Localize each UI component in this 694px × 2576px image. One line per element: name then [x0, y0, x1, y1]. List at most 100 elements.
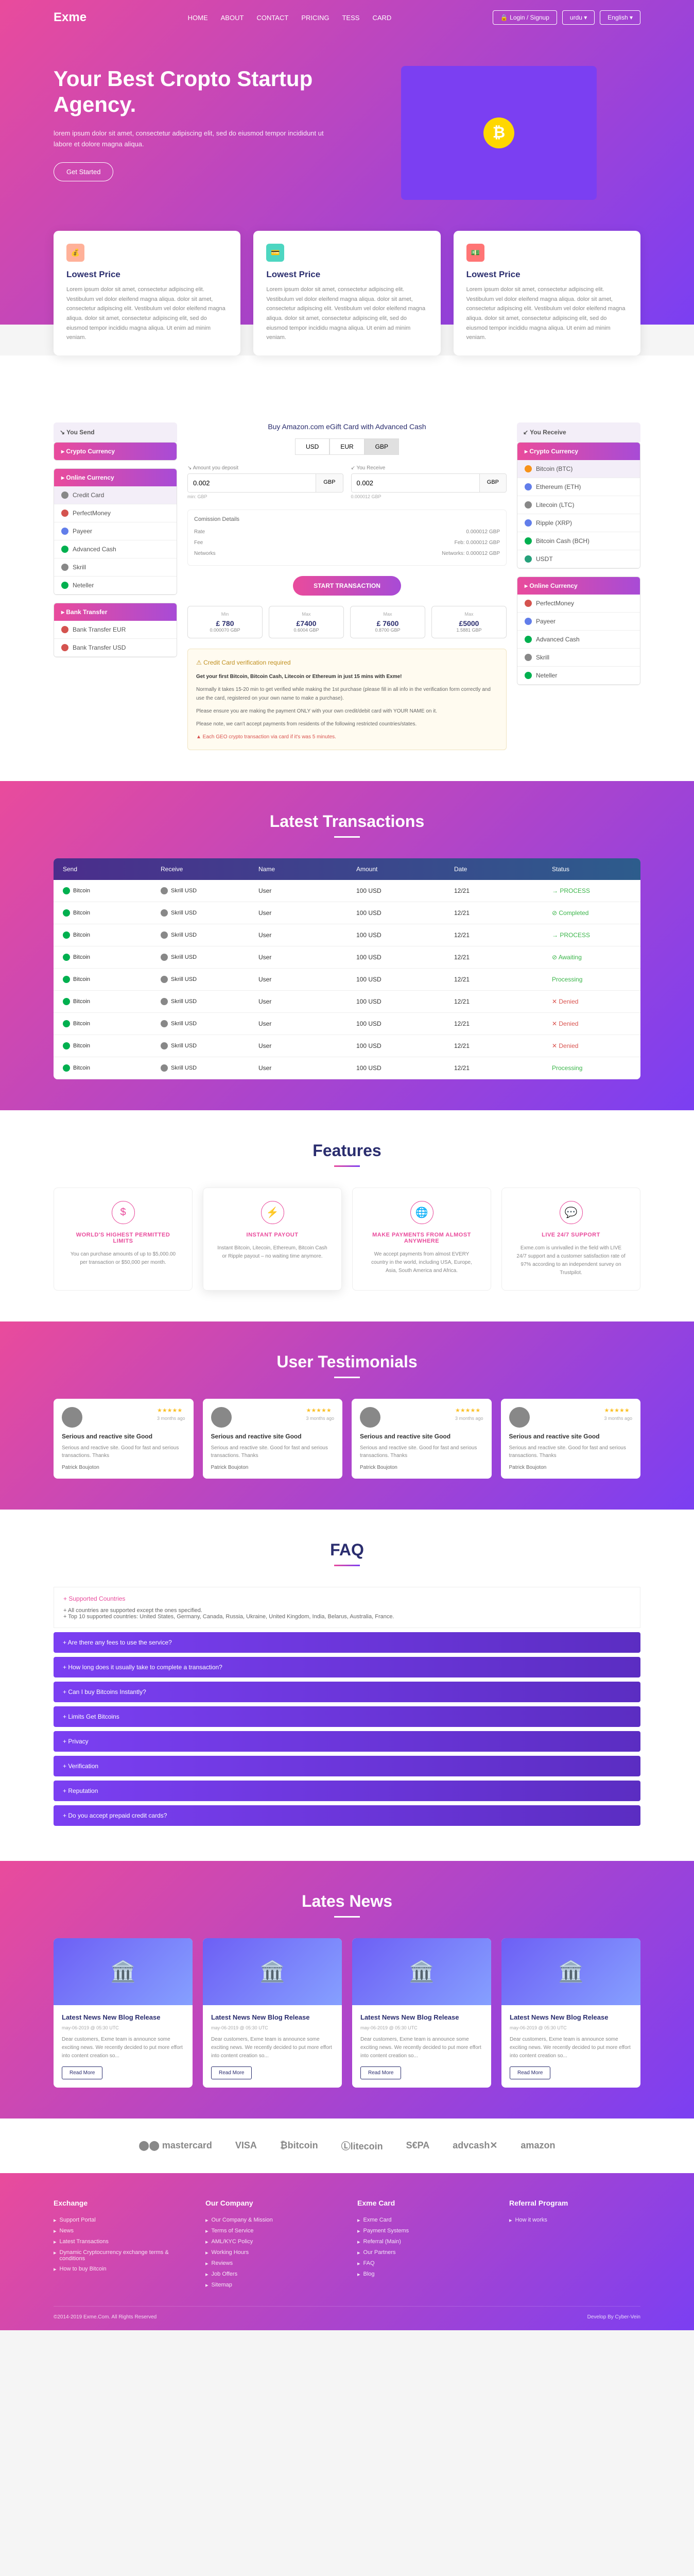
testimonial-date: 3 months ago: [306, 1416, 334, 1421]
ltc-item[interactable]: Litecoin (LTC): [517, 496, 640, 514]
tx-name: User: [249, 946, 347, 968]
footer-link[interactable]: Job Offers: [205, 2269, 337, 2280]
star-rating: ★★★★★: [455, 1407, 483, 1414]
tab-gbp[interactable]: GBP: [365, 438, 399, 455]
tx-send: Bitcoin: [54, 991, 151, 1012]
footer-link[interactable]: Latest Transactions: [54, 2236, 185, 2247]
bank-eur-item[interactable]: Bank Transfer EUR: [54, 621, 177, 639]
eth-item[interactable]: Ethereum (ETH): [517, 478, 640, 496]
nav-contact[interactable]: CONTACT: [256, 14, 288, 22]
perfectmoney-item[interactable]: PerfectMoney: [54, 504, 177, 522]
footer-link[interactable]: FAQ: [357, 2258, 489, 2269]
crypto-currency-head[interactable]: ▸ Crypto Currency: [54, 443, 177, 460]
feature-card: 💬 LIVE 24/7 SUPPORT Exme.com is unrivall…: [501, 1188, 640, 1291]
tab-eur[interactable]: EUR: [329, 438, 364, 455]
login-button[interactable]: 🔒 Login / Signup: [493, 10, 557, 25]
feature-desc: Instant Bitcoin, Litecoin, Ethereum, Bit…: [216, 1244, 328, 1261]
footer-link[interactable]: News: [54, 2226, 185, 2236]
faq-item[interactable]: + Verification: [54, 1756, 640, 1776]
logo[interactable]: Exme: [54, 10, 86, 25]
receive-input[interactable]: [352, 474, 479, 492]
footer-link[interactable]: Our Company & Mission: [205, 2215, 337, 2226]
news-card: 🏛️ Latest News New Blog Release may-06-2…: [501, 1938, 640, 2088]
bank-icon: [61, 644, 68, 651]
online-currency-head[interactable]: ▸ Online Currency: [54, 469, 177, 486]
footer-heading: Exchange: [54, 2199, 185, 2207]
footer-link[interactable]: Referral (Main): [357, 2236, 489, 2247]
deposit-input[interactable]: [188, 474, 316, 492]
neteller-item[interactable]: Neteller: [54, 577, 177, 595]
comm-row: NetworksNetworks: 0.000012 GBP: [194, 548, 500, 559]
faq-item[interactable]: + Privacy: [54, 1731, 640, 1752]
read-more-button[interactable]: Read More: [211, 2066, 252, 2079]
footer-link[interactable]: Sitemap: [205, 2280, 337, 2291]
news-image: 🏛️: [54, 1938, 193, 2005]
bch-item[interactable]: Bitcoin Cash (BCH): [517, 532, 640, 550]
pm-icon: [61, 510, 68, 517]
skrill-icon: [525, 654, 532, 661]
footer-link[interactable]: Support Portal: [54, 2215, 185, 2226]
faq-item[interactable]: + Can I buy Bitcoins Instantly?: [54, 1682, 640, 1702]
read-more-button[interactable]: Read More: [510, 2066, 550, 2079]
footer-link[interactable]: How it works: [509, 2215, 640, 2226]
faq-item-open[interactable]: + Supported Countries + All countries ar…: [54, 1587, 640, 1628]
news-image: 🏛️: [501, 1938, 640, 2005]
footer-link[interactable]: How to buy Bitcoin: [54, 2264, 185, 2275]
tab-usd[interactable]: USD: [295, 438, 329, 455]
footer-link[interactable]: Blog: [357, 2269, 489, 2280]
bank-usd-item[interactable]: Bank Transfer USD: [54, 639, 177, 657]
lang-urdu[interactable]: urdu ▾: [562, 10, 595, 25]
get-started-button[interactable]: Get Started: [54, 162, 113, 181]
read-more-button[interactable]: Read More: [360, 2066, 401, 2079]
usdt-item[interactable]: USDT: [517, 550, 640, 568]
read-more-button[interactable]: Read More: [62, 2066, 102, 2079]
advcash-item[interactable]: Advanced Cash: [54, 540, 177, 558]
footer-link[interactable]: AML/KYC Policy: [205, 2236, 337, 2247]
feature-card: 🌐 MAKE PAYMENTS FROM ALMOST ANYWHERE We …: [352, 1188, 491, 1291]
nav-home[interactable]: HOME: [188, 14, 208, 22]
footer-link[interactable]: Our Partners: [357, 2247, 489, 2258]
footer-link[interactable]: Terms of Service: [205, 2226, 337, 2236]
lang-english[interactable]: English ▾: [600, 10, 640, 25]
news-desc: Dear customers, Exme team is announce so…: [62, 2036, 184, 2060]
card-title: Lowest Price: [66, 269, 228, 280]
feature-icon: ⚡: [261, 1201, 284, 1224]
xrp-item[interactable]: Ripple (XRP): [517, 514, 640, 532]
footer-link[interactable]: Dynamic Cryptocurrency exchange terms & …: [54, 2247, 185, 2264]
bank-transfer-head[interactable]: ▸ Bank Transfer: [54, 603, 177, 621]
advcash-item[interactable]: Advanced Cash: [517, 631, 640, 649]
xrp-icon: [525, 519, 532, 527]
faq-item[interactable]: + Do you accept prepaid credit cards?: [54, 1805, 640, 1826]
btc-item[interactable]: Bitcoin (BTC): [517, 460, 640, 478]
faq-item[interactable]: + Are there any fees to use the service?: [54, 1632, 640, 1653]
tx-date: 12/21: [445, 991, 543, 1012]
payeer-item[interactable]: Payeer: [54, 522, 177, 540]
credit-card-item[interactable]: Credit Card: [54, 486, 177, 504]
feature-heading: MAKE PAYMENTS FROM ALMOST ANYWHERE: [366, 1232, 478, 1244]
faq-item[interactable]: + Reputation: [54, 1781, 640, 1801]
tx-amount: 100 USD: [347, 969, 445, 990]
crypto-currency-head[interactable]: ▸ Crypto Currency: [517, 443, 640, 460]
neteller-item[interactable]: Neteller: [517, 667, 640, 685]
perfectmoney-item[interactable]: PerfectMoney: [517, 595, 640, 613]
payeer-item[interactable]: Payeer: [517, 613, 640, 631]
footer-link[interactable]: Working Hours: [205, 2247, 337, 2258]
online-currency-head[interactable]: ▸ Online Currency: [517, 577, 640, 595]
nav-about[interactable]: ABOUT: [221, 14, 244, 22]
footer-link[interactable]: Payment Systems: [357, 2226, 489, 2236]
skrill-item[interactable]: Skrill: [517, 649, 640, 667]
faq-item[interactable]: + Limits Get Bitcoins: [54, 1706, 640, 1727]
footer-link[interactable]: Exme Card: [357, 2215, 489, 2226]
skrill-item[interactable]: Skrill: [54, 558, 177, 577]
feature-card: ⚡ INSTANT PAYOUT Instant Bitcoin, Liteco…: [203, 1188, 342, 1291]
nav-tess[interactable]: TESS: [342, 14, 359, 22]
tx-date: 12/21: [445, 1057, 543, 1079]
nav-card[interactable]: CARD: [372, 14, 391, 22]
footer-link[interactable]: Reviews: [205, 2258, 337, 2269]
price-icon: 💳: [266, 244, 284, 262]
price-card: 💵Lowest PriceLorem ipsum dolor sit amet,…: [454, 231, 640, 355]
nav-pricing[interactable]: PRICING: [301, 14, 329, 22]
faq-item[interactable]: + How long does it usually take to compl…: [54, 1657, 640, 1677]
start-transaction-button[interactable]: START TRANSACTION: [293, 576, 401, 596]
col-receive: Receive: [151, 858, 249, 880]
